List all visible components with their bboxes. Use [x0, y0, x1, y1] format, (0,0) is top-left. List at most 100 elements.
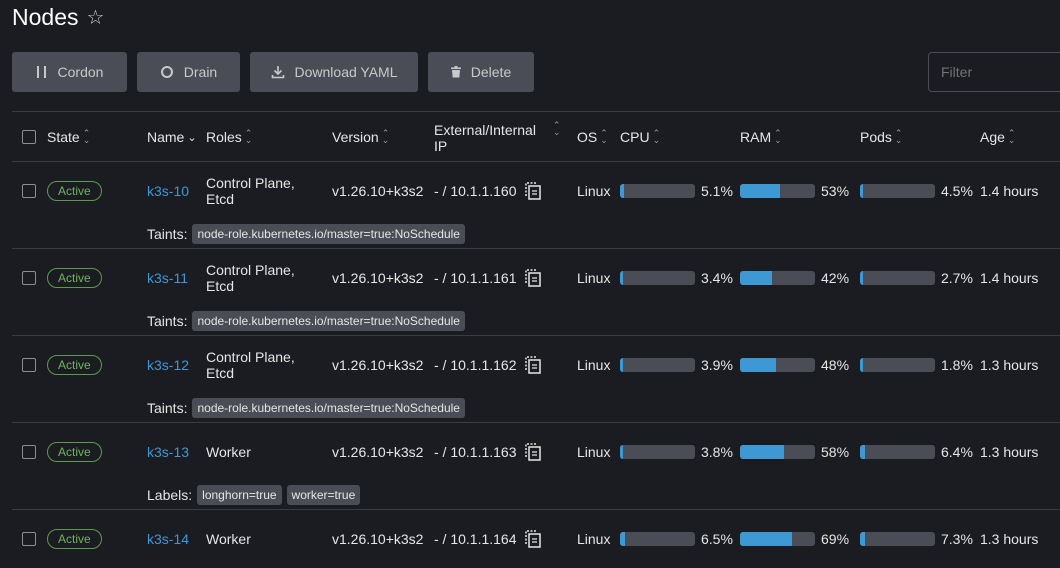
status-badge: Active	[47, 529, 102, 549]
node-name-link[interactable]: k3s-12	[147, 357, 189, 373]
roles-line1: Control Plane,	[206, 349, 295, 365]
pods-progress-fill	[860, 532, 866, 546]
ip-text: - / 10.1.1.160	[434, 183, 517, 199]
cpu-percent: 3.4%	[701, 270, 733, 286]
cpu-progress-fill	[620, 184, 624, 198]
roles-cell: Worker	[206, 510, 251, 568]
state-cell: Active	[47, 423, 102, 481]
pods-progress-bar	[860, 358, 935, 372]
column-header-cpu[interactable]: CPU ⌃ ⌄	[620, 112, 660, 162]
roles-cell: Control Plane, Etcd	[206, 162, 295, 220]
ram-percent: 42%	[821, 270, 850, 286]
node-name-link[interactable]: k3s-11	[147, 270, 188, 286]
download-yaml-button[interactable]: Download YAML	[250, 52, 418, 92]
name-cell: k3s-13	[147, 423, 189, 481]
chip: node-role.kubernetes.io/master=true:NoSc…	[192, 311, 465, 331]
cpu-percent: 5.1%	[701, 183, 733, 199]
ram-progress-bar	[740, 184, 815, 198]
copy-icon[interactable]	[524, 182, 541, 200]
ram-percent: 58%	[821, 444, 850, 460]
filter-input[interactable]	[928, 52, 1060, 92]
row-checkbox[interactable]	[22, 532, 36, 546]
row-detail: Labels: longhorn=true worker=true	[12, 481, 1060, 509]
table-header: State ⌃ ⌄ Name ⌄ Roles ⌃ ⌄ Version ⌃ ⌄ Exte…	[12, 112, 1060, 162]
bulk-action-toolbar: Cordon Drain Download YAML Delete	[12, 52, 544, 92]
roles-line1: Worker	[206, 531, 251, 547]
node-name-link[interactable]: k3s-13	[147, 444, 189, 460]
column-header-age[interactable]: Age ⌃ ⌄	[980, 112, 1015, 162]
column-header-state[interactable]: State ⌃ ⌄	[47, 112, 90, 162]
os-cell: Linux	[577, 162, 610, 220]
row-detail: Taints: node-role.kubernetes.io/master=t…	[12, 220, 1060, 248]
column-header-ram[interactable]: RAM ⌃ ⌄	[740, 112, 782, 162]
row-checkbox[interactable]	[22, 358, 36, 372]
roles-cell: Worker	[206, 423, 251, 481]
star-outline-icon[interactable]: ☆	[86, 8, 104, 28]
row-detail-content: Taints: node-role.kubernetes.io/master=t…	[147, 394, 465, 422]
ram-progress-bar	[740, 271, 815, 285]
copy-icon[interactable]	[524, 356, 541, 374]
os-text: Linux	[577, 357, 611, 373]
ram-cell: 58%	[740, 423, 849, 481]
copy-icon[interactable]	[524, 269, 541, 287]
ram-progress-fill	[740, 184, 780, 198]
pods-progress-fill	[860, 445, 865, 459]
pods-percent: 1.8%	[941, 357, 973, 373]
row-checkbox[interactable]	[22, 271, 36, 285]
age-cell: 1.3 hours	[980, 510, 1038, 568]
os-cell: Linux	[577, 510, 610, 568]
version-cell: v1.26.10+k3s2	[332, 162, 423, 220]
column-header-name[interactable]: Name ⌄	[147, 112, 197, 162]
ip-text: - / 10.1.1.164	[434, 531, 517, 547]
cpu-percent: 3.8%	[701, 444, 733, 460]
ram-percent: 53%	[821, 183, 850, 199]
pods-percent: 4.5%	[941, 183, 973, 199]
column-header-ip-line2: IP	[434, 138, 448, 154]
os-cell: Linux	[577, 336, 610, 394]
sort-descending-icon: ⌄	[187, 131, 197, 144]
table-body: Active k3s-10 Control Plane, Etcd v1.26.…	[12, 162, 1060, 568]
roles-text: Control Plane, Etcd	[206, 175, 295, 207]
detail-label: Labels:	[147, 487, 193, 503]
sort-icon: ⌃ ⌄	[552, 120, 561, 137]
sort-icon: ⌃ ⌄	[652, 128, 661, 145]
status-badge: Active	[47, 442, 102, 462]
copy-icon[interactable]	[524, 443, 541, 461]
name-cell: k3s-14	[147, 510, 189, 568]
roles-text: Worker	[206, 444, 251, 460]
chip: node-role.kubernetes.io/master=true:NoSc…	[192, 398, 465, 418]
column-header-os[interactable]: OS ⌃ ⌄	[577, 112, 608, 162]
column-header-ip[interactable]: External/Internal IP ⌃ ⌄	[434, 112, 561, 162]
delete-button[interactable]: Delete	[428, 52, 534, 92]
row-checkbox[interactable]	[22, 445, 36, 459]
column-header-version[interactable]: Version ⌃ ⌄	[332, 112, 389, 162]
age-cell: 1.4 hours	[980, 162, 1038, 220]
age-text: 1.4 hours	[980, 183, 1039, 199]
chip-list: node-role.kubernetes.io/master=true:NoSc…	[192, 311, 465, 331]
age-cell: 1.3 hours	[980, 423, 1038, 481]
column-header-roles[interactable]: Roles ⌃ ⌄	[206, 112, 252, 162]
select-all-checkbox[interactable]	[22, 130, 36, 144]
cpu-cell: 5.1%	[620, 162, 733, 220]
ram-cell: 53%	[740, 162, 849, 220]
node-name-link[interactable]: k3s-10	[147, 183, 189, 199]
cpu-progress-bar	[620, 184, 695, 198]
name-cell: k3s-12	[147, 336, 189, 394]
node-name-link[interactable]: k3s-14	[147, 531, 189, 547]
ram-progress-bar	[740, 532, 815, 546]
drain-button[interactable]: Drain	[137, 52, 240, 92]
copy-icon[interactable]	[524, 530, 541, 548]
column-header-name-label: Name	[147, 129, 185, 145]
row-select-cell	[22, 510, 36, 568]
column-header-pods[interactable]: Pods ⌃ ⌄	[860, 112, 902, 162]
row-detail: Taints: node-role.kubernetes.io/master=t…	[12, 307, 1060, 335]
roles-cell: Control Plane, Etcd	[206, 336, 295, 394]
chip-list: node-role.kubernetes.io/master=true:NoSc…	[192, 224, 465, 244]
nodes-table: State ⌃ ⌄ Name ⌄ Roles ⌃ ⌄ Version ⌃ ⌄ Exte…	[12, 111, 1060, 568]
row-checkbox[interactable]	[22, 184, 36, 198]
cordon-button[interactable]: Cordon	[12, 52, 127, 92]
column-header-os-label: OS	[577, 129, 598, 145]
cpu-cell: 3.9%	[620, 336, 733, 394]
sort-icon: ⌃ ⌄	[381, 128, 390, 145]
version-cell: v1.26.10+k3s2	[332, 423, 423, 481]
